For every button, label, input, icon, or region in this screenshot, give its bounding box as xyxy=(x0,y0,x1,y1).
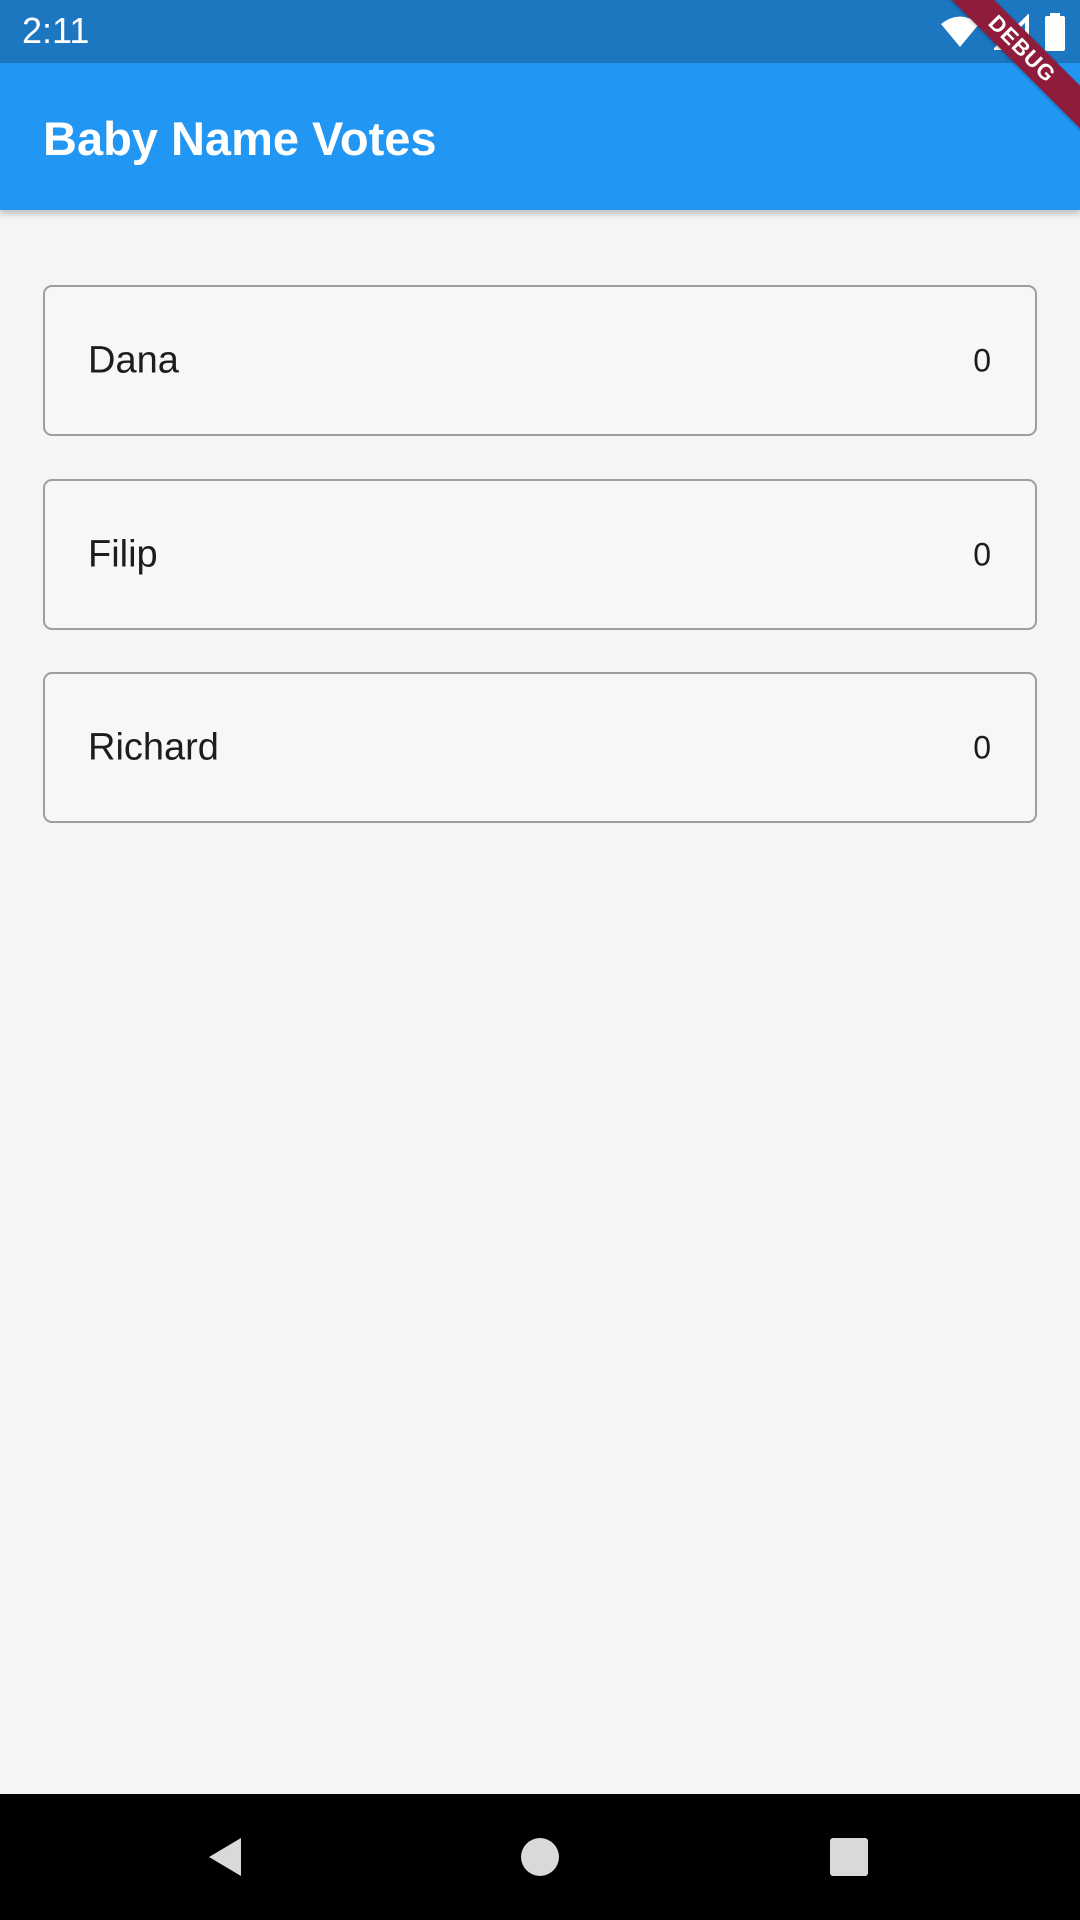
app-screen: 2:11 Baby Name Votes DEBUG Dana 0 Filip xyxy=(0,0,1080,1920)
vote-list-container: Dana 0 Filip 0 Richard 0 xyxy=(0,210,1080,1794)
vote-item-filip[interactable]: Filip 0 xyxy=(43,479,1037,630)
vote-item-count: 0 xyxy=(973,729,991,765)
vote-item-dana[interactable]: Dana 0 xyxy=(43,285,1037,436)
home-icon[interactable] xyxy=(515,1832,565,1882)
vote-item-richard[interactable]: Richard 0 xyxy=(43,672,1037,823)
app-title: Baby Name Votes xyxy=(43,112,437,165)
battery-icon xyxy=(1045,13,1065,51)
back-icon[interactable] xyxy=(201,1832,251,1882)
recents-icon[interactable] xyxy=(824,1832,874,1882)
vote-item-count: 0 xyxy=(973,536,991,572)
app-bar: Baby Name Votes xyxy=(0,63,1080,210)
status-bar: 2:11 xyxy=(0,0,1080,63)
navigation-bar xyxy=(0,1794,1080,1920)
vote-item-name: Dana xyxy=(88,339,179,381)
status-time: 2:11 xyxy=(22,10,90,51)
vote-item-name: Filip xyxy=(88,533,158,575)
vote-item-name: Richard xyxy=(88,726,219,768)
vote-item-count: 0 xyxy=(973,342,991,378)
